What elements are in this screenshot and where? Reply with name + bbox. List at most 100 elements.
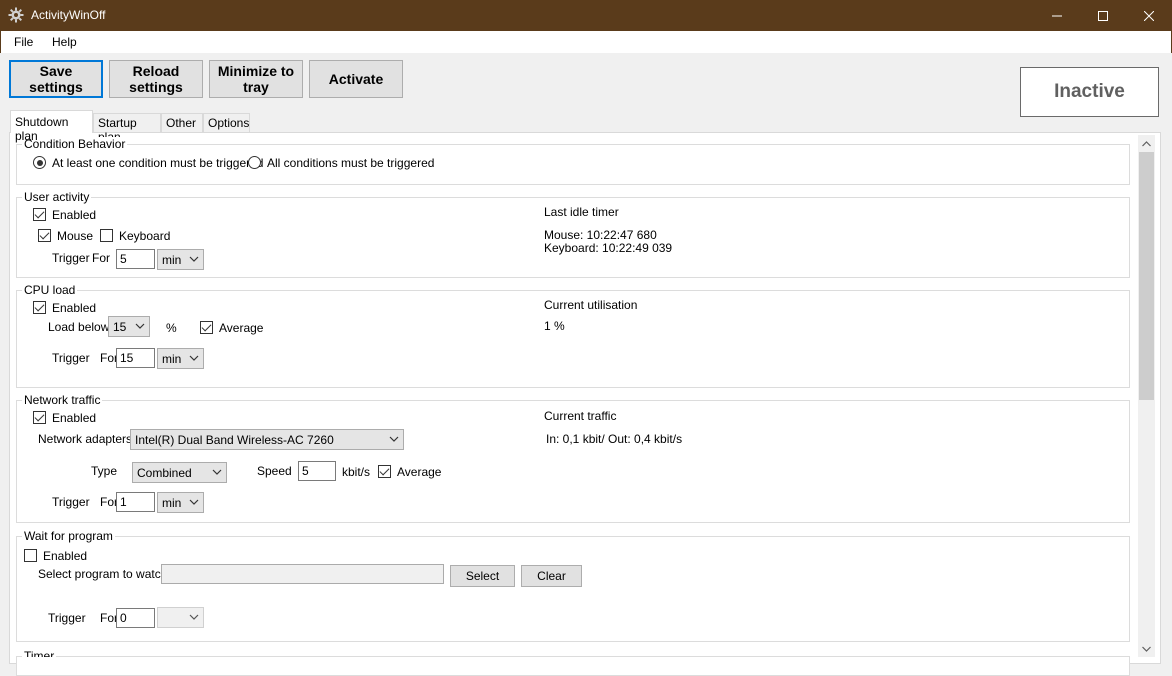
- network-enabled-label: Enabled: [52, 411, 97, 425]
- load-below-dropdown[interactable]: 15: [108, 316, 150, 337]
- chevron-down-icon: [1142, 646, 1151, 652]
- radio-at-least-one[interactable]: [33, 156, 46, 169]
- user-activity-enabled-checkbox[interactable]: [33, 208, 46, 221]
- percent-label: %: [166, 321, 177, 335]
- select-program-label: Select program to watch: [38, 567, 168, 581]
- network-average-checkbox[interactable]: [378, 465, 391, 478]
- cpu-average-checkbox[interactable]: [200, 321, 213, 334]
- network-adapter-value: Intel(R) Dual Band Wireless-AC 7260: [135, 433, 334, 447]
- load-below-value: 15: [113, 320, 127, 334]
- select-program-button[interactable]: Select: [450, 565, 515, 587]
- menu-help[interactable]: Help: [52, 35, 77, 49]
- network-trigger-label: Trigger: [52, 495, 90, 509]
- radio-all-conditions-label: All conditions must be triggered: [267, 156, 435, 170]
- current-utilisation-value: 1 %: [544, 319, 565, 333]
- cpu-enabled-label: Enabled: [52, 301, 97, 315]
- current-traffic-value: In: 0,1 kbit/ Out: 0,4 kbit/s: [546, 432, 683, 446]
- mouse-checkbox[interactable]: [38, 229, 51, 242]
- program-path-input[interactable]: [161, 564, 444, 584]
- gear-icon: [8, 7, 24, 23]
- maximize-icon: [1098, 10, 1108, 21]
- minimize-to-tray-button[interactable]: Minimize to tray: [209, 60, 303, 98]
- menu-bar: File Help: [0, 31, 1172, 53]
- chevron-up-icon: [1142, 140, 1151, 146]
- last-idle-timer-title: Last idle timer: [544, 205, 619, 219]
- radio-all-conditions[interactable]: [248, 156, 261, 169]
- user-activity-for-input[interactable]: 5: [116, 249, 155, 269]
- clear-program-button[interactable]: Clear: [521, 565, 582, 587]
- network-adapter-dropdown[interactable]: Intel(R) Dual Band Wireless-AC 7260: [130, 429, 404, 450]
- user-activity-legend: User activity: [22, 190, 92, 204]
- activate-button[interactable]: Activate: [309, 60, 403, 98]
- traffic-type-dropdown[interactable]: Combined: [132, 462, 227, 483]
- minimize-icon: [1052, 15, 1062, 16]
- cpu-unit-dropdown[interactable]: min: [157, 348, 204, 369]
- mouse-idle-timer: Mouse: 10:22:47 680: [544, 228, 657, 242]
- cpu-trigger-label: Trigger: [52, 351, 90, 365]
- network-adapters-label: Network adapters: [38, 432, 133, 446]
- timer-group: [16, 656, 1130, 676]
- tab-options[interactable]: Options: [203, 113, 250, 132]
- chevron-down-icon: [189, 256, 199, 262]
- title-bar[interactable]: ActivityWinOff: [0, 0, 1172, 31]
- wait-program-trigger-label: Trigger: [48, 611, 86, 625]
- user-activity-for-label: For: [92, 251, 110, 265]
- cpu-for-input[interactable]: 15: [116, 348, 155, 368]
- speed-unit-label: kbit/s: [342, 465, 371, 479]
- wait-for-program-legend: Wait for program: [22, 529, 115, 543]
- wait-program-enabled-checkbox[interactable]: [24, 549, 37, 562]
- tab-startup-plan[interactable]: Startup plan: [93, 113, 161, 144]
- timer-legend: Timer: [22, 649, 57, 657]
- keyboard-checkbox[interactable]: [100, 229, 113, 242]
- wait-program-for-input[interactable]: 0: [116, 608, 155, 628]
- close-icon: [1144, 10, 1154, 21]
- current-utilisation-title: Current utilisation: [544, 298, 638, 312]
- tab-shutdown-plan[interactable]: Shutdown plan: [10, 110, 93, 143]
- chevron-down-icon: [189, 355, 199, 361]
- speed-label: Speed: [257, 464, 292, 478]
- save-settings-button[interactable]: Save settings: [9, 60, 103, 98]
- wait-program-enabled-label: Enabled: [43, 549, 88, 563]
- close-window-button[interactable]: [1126, 0, 1172, 31]
- network-unit-dropdown[interactable]: min: [157, 492, 204, 513]
- network-for-input[interactable]: 1: [116, 492, 155, 512]
- tab-other[interactable]: Other: [161, 113, 203, 132]
- traffic-type-value: Combined: [137, 466, 192, 480]
- maximize-window-button[interactable]: [1080, 0, 1126, 31]
- scroll-down-button[interactable]: [1138, 640, 1155, 657]
- current-traffic-title: Current traffic: [544, 409, 617, 423]
- chevron-down-icon: [212, 469, 222, 475]
- keyboard-idle-timer: Keyboard: 10:22:49 039: [544, 241, 673, 255]
- chevron-down-icon: [135, 323, 145, 329]
- user-activity-enabled-label: Enabled: [52, 208, 97, 222]
- radio-at-least-one-label: At least one condition must be triggered: [52, 156, 264, 170]
- chevron-down-icon: [189, 499, 199, 505]
- network-unit-value: min: [162, 496, 182, 510]
- minimize-window-button[interactable]: [1034, 0, 1080, 31]
- status-indicator: Inactive: [1020, 67, 1159, 117]
- cpu-unit-value: min: [162, 352, 182, 366]
- condition-behavior-legend: Condition Behavior: [22, 137, 128, 151]
- traffic-type-label: Type: [91, 464, 118, 478]
- menu-file[interactable]: File: [14, 35, 33, 49]
- reload-settings-button[interactable]: Reload settings: [109, 60, 203, 98]
- user-activity-unit-dropdown[interactable]: min: [157, 249, 204, 270]
- cpu-enabled-checkbox[interactable]: [33, 301, 46, 314]
- cpu-load-legend: CPU load: [22, 283, 78, 297]
- network-traffic-legend: Network traffic: [22, 393, 103, 407]
- scroll-up-button[interactable]: [1138, 135, 1155, 152]
- keyboard-label: Keyboard: [119, 229, 171, 243]
- chevron-down-icon: [389, 436, 399, 442]
- wait-program-unit-dropdown[interactable]: [157, 607, 204, 628]
- scroll-thumb[interactable]: [1139, 152, 1154, 400]
- user-activity-trigger-label: Trigger: [52, 251, 90, 265]
- window-title: ActivityWinOff: [31, 8, 106, 22]
- mouse-label: Mouse: [57, 229, 94, 243]
- cpu-average-label: Average: [219, 321, 264, 335]
- network-enabled-checkbox[interactable]: [33, 411, 46, 424]
- load-below-label: Load below: [48, 320, 110, 334]
- network-average-label: Average: [397, 465, 442, 479]
- user-activity-unit-value: min: [162, 253, 182, 267]
- speed-input[interactable]: 5: [298, 461, 336, 481]
- chevron-down-icon: [189, 614, 199, 620]
